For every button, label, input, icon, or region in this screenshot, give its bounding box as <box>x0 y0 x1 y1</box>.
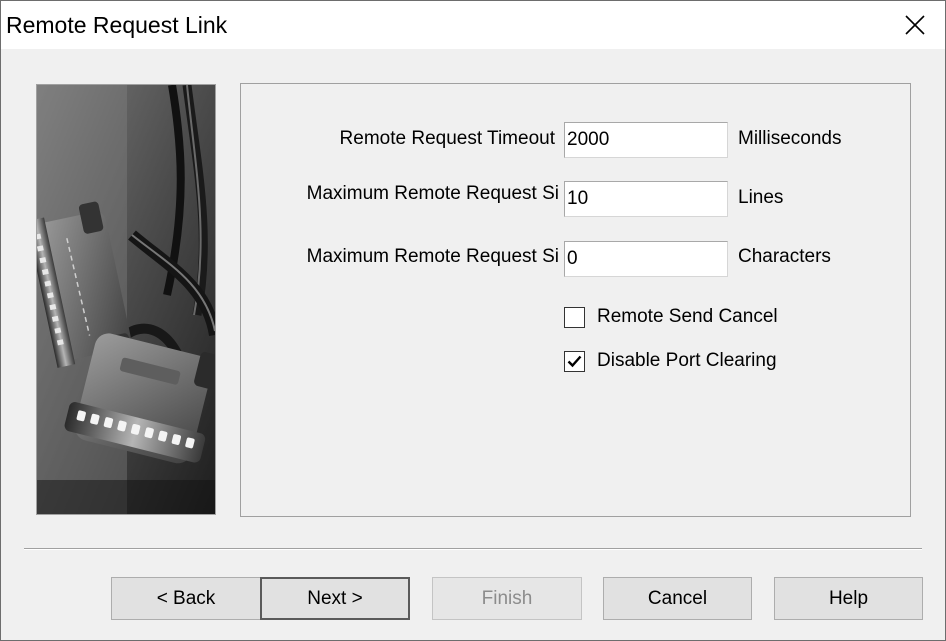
disable-port-clearing-checkbox[interactable]: Disable Port Clearing <box>564 350 777 372</box>
remote-send-cancel-checkbox[interactable]: Remote Send Cancel <box>564 306 778 328</box>
back-button[interactable]: < Back <box>111 577 261 620</box>
disable-port-clearing-box[interactable] <box>564 350 585 372</box>
max-size-lines-label: Maximum Remote Request Si <box>306 183 559 204</box>
wizard-image-cable-connectors <box>36 84 216 515</box>
title-bar: Remote Request Link <box>1 1 945 49</box>
max-size-lines-input[interactable] <box>564 181 728 217</box>
close-icon <box>905 15 925 35</box>
window-title: Remote Request Link <box>6 12 228 38</box>
checkmark-icon <box>567 355 582 367</box>
timeout-input[interactable] <box>564 122 728 158</box>
disable-port-clearing-label: Disable Port Clearing <box>597 350 777 371</box>
max-size-chars-label: Maximum Remote Request Si <box>306 246 559 267</box>
remote-send-cancel-box[interactable] <box>564 306 585 328</box>
timeout-unit-label: Milliseconds <box>738 128 842 149</box>
timeout-label: Remote Request Timeout <box>339 128 555 149</box>
close-button[interactable] <box>885 1 945 49</box>
max-size-chars-unit-label: Characters <box>738 246 831 267</box>
cancel-button[interactable]: Cancel <box>603 577 752 620</box>
next-button[interactable]: Next > <box>260 577 410 620</box>
remote-send-cancel-label: Remote Send Cancel <box>597 306 778 327</box>
help-button[interactable]: Help <box>774 577 923 620</box>
serial-cable-illustration <box>37 85 215 514</box>
button-separator <box>24 548 922 550</box>
finish-button[interactable]: Finish <box>432 577 582 620</box>
wizard-dialog: Remote Request Link Remote Request Timeo… <box>0 0 946 641</box>
max-size-chars-input[interactable] <box>564 241 728 277</box>
settings-panel: Remote Request Timeout Milliseconds Maxi… <box>240 83 911 517</box>
max-size-lines-unit-label: Lines <box>738 187 784 208</box>
